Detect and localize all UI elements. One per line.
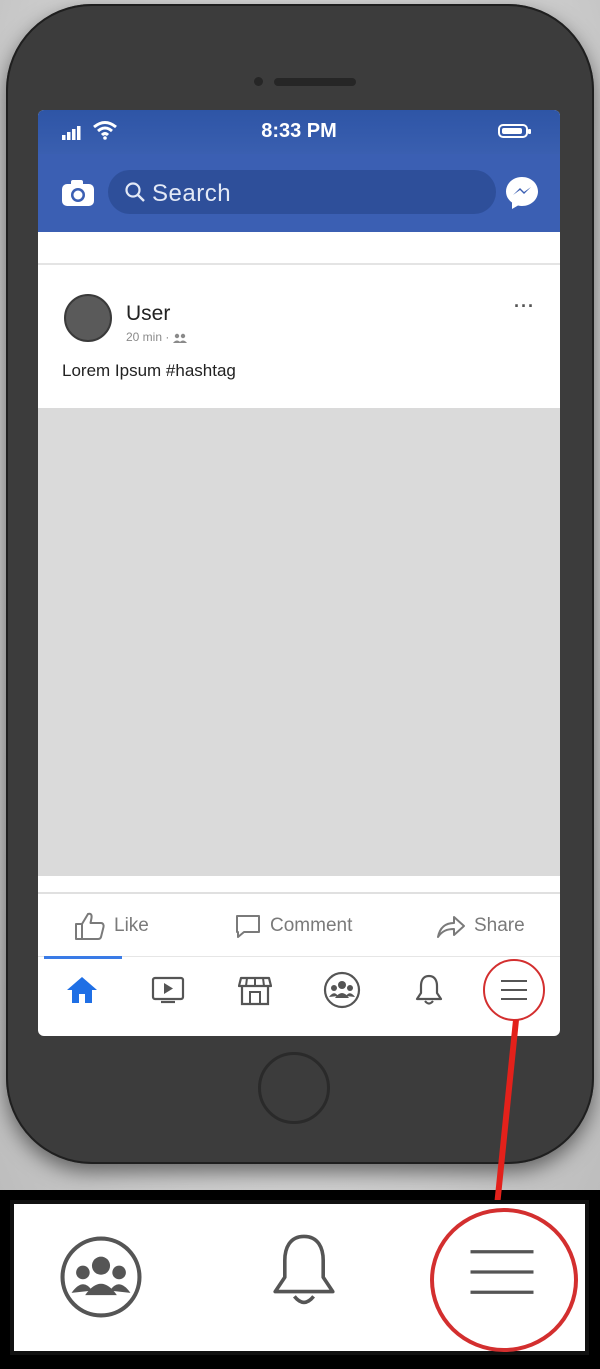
zoomed-tab-bar (10, 1200, 589, 1355)
groups-icon (60, 1236, 142, 1318)
callout-line (494, 1019, 519, 1207)
bell-icon (273, 1234, 335, 1305)
menu-highlight-circle (430, 1208, 578, 1352)
